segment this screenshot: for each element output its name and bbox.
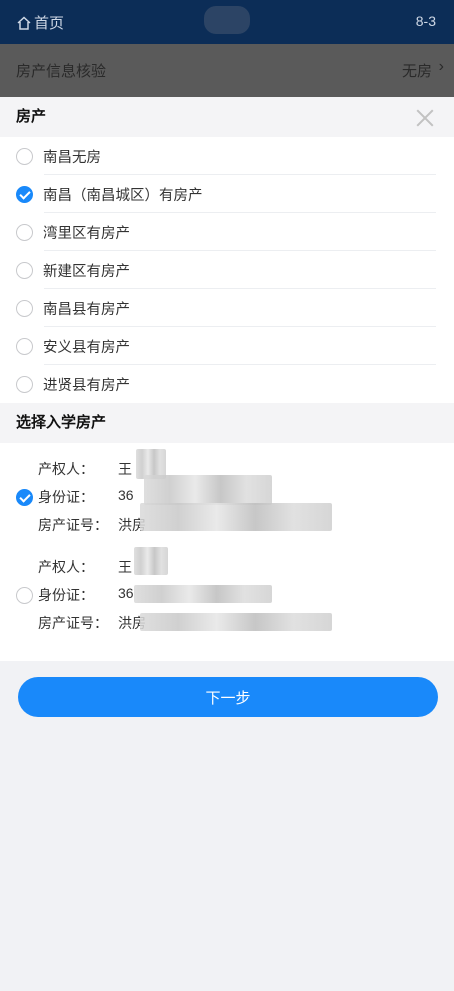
property-card-0[interactable]: 产权人： 王 身份证： 36 房产证号： 洪房: [0, 449, 454, 543]
owner-value: 王: [118, 559, 132, 575]
home-label: 首页: [34, 15, 65, 32]
option-label: 湾里区有房产: [43, 225, 130, 242]
cert-row: 房产证号： 洪房: [38, 613, 146, 633]
id-value: 36: [118, 585, 134, 601]
home-icon: [17, 15, 31, 30]
page-indicator: 8-3: [415, 13, 436, 29]
option-5[interactable]: 安义县有房产: [0, 327, 454, 365]
radio-icon: [16, 337, 33, 355]
property-options-list: 南昌无房 南昌（南昌城区）有房产 湾里区有房产 新建区有房产 南昌县有房产 安义…: [0, 137, 454, 403]
option-2[interactable]: 湾里区有房产: [0, 213, 454, 251]
radio-checked-icon: [16, 185, 33, 203]
redaction-mosaic: [144, 475, 272, 505]
cert-key: 房产证号：: [38, 517, 108, 533]
redaction-mosaic: [140, 613, 332, 631]
owner-key: 产权人：: [38, 559, 94, 575]
option-label: 进贤县有房产: [43, 377, 130, 394]
enroll-section-title: 选择入学房产: [16, 414, 107, 431]
owner-row: 产权人： 王: [38, 459, 132, 479]
top-navigation-bar: 首页 8-3: [0, 0, 454, 44]
cert-key: 房产证号：: [38, 615, 108, 631]
enroll-property-list: 产权人： 王 身份证： 36 房产证号： 洪房 产权人： 王 身份证： 36 房产证号：洪…: [0, 443, 454, 661]
row-label: 房产信息核验: [16, 63, 107, 80]
property-card-1[interactable]: 产权人： 王 身份证： 36 房产证号： 洪房: [0, 547, 454, 641]
option-label: 安义县有房产: [43, 339, 130, 356]
property-picker-sheet: 房产 南昌无房 南昌（南昌城区）有房产 湾里区有房产 新建区有房产 南昌县有房产…: [0, 97, 454, 991]
option-4[interactable]: 南昌县有房产: [0, 289, 454, 327]
option-label: 新建区有房产: [43, 263, 130, 280]
section-title-property: 房产: [0, 97, 454, 137]
redaction-mosaic: [140, 503, 332, 531]
chevron-right-icon: ›: [438, 58, 444, 75]
redaction-mosaic: [134, 585, 272, 603]
owner-row: 产权人： 王: [38, 557, 132, 577]
title-placeholder: [204, 6, 250, 34]
radio-checked-icon: [16, 489, 33, 506]
home-link[interactable]: 首页: [16, 12, 64, 33]
radio-icon: [16, 299, 33, 317]
radio-icon: [16, 375, 33, 393]
radio-icon: [16, 223, 33, 241]
id-key: 身份证：: [38, 489, 94, 505]
id-value: 36: [118, 487, 134, 503]
option-label: 南昌县有房产: [43, 301, 130, 318]
radio-icon: [16, 261, 33, 279]
option-label: 南昌无房: [43, 149, 101, 166]
id-key: 身份证：: [38, 587, 94, 603]
radio-icon: [16, 147, 33, 165]
option-0[interactable]: 南昌无房: [0, 137, 454, 175]
property-section-title: 房产: [16, 108, 47, 125]
radio-icon: [16, 587, 33, 604]
row-value: 无房: [401, 63, 432, 80]
action-area: 下一步: [0, 661, 454, 733]
owner-key: 产权人：: [38, 461, 94, 477]
redaction-mosaic: [134, 547, 168, 575]
cert-row: 房产证号： 洪房: [38, 515, 146, 535]
close-icon[interactable]: [414, 107, 436, 129]
option-1[interactable]: 南昌（南昌城区）有房产: [0, 175, 454, 213]
owner-value: 王: [118, 461, 132, 477]
next-step-button[interactable]: 下一步: [18, 677, 438, 717]
option-3[interactable]: 新建区有房产: [0, 251, 454, 289]
section-title-enroll: 选择入学房产: [0, 403, 454, 443]
option-label: 南昌（南昌城区）有房产: [43, 187, 203, 204]
option-6[interactable]: 进贤县有房产: [0, 365, 454, 403]
id-row: 身份证： 36: [38, 585, 134, 605]
property-verification-row[interactable]: 房产信息核验 无房 ›: [0, 44, 454, 97]
id-row: 身份证： 36: [38, 487, 134, 507]
